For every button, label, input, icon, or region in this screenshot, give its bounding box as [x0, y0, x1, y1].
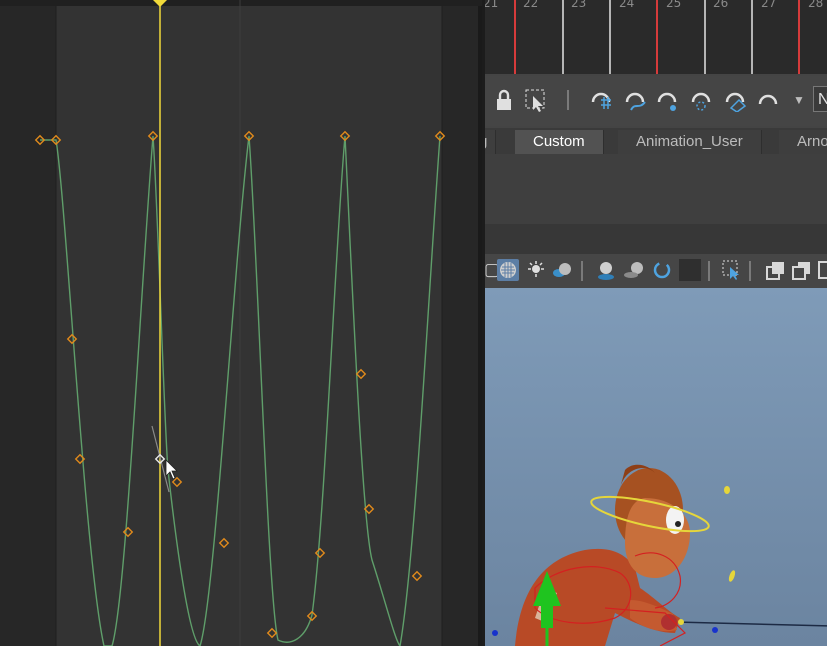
frame-tick	[609, 0, 611, 74]
motion-blur-icon[interactable]	[623, 259, 645, 281]
keyframe-tick[interactable]	[656, 0, 658, 74]
snap-grid-icon[interactable]	[589, 88, 613, 112]
pre-range-region	[0, 0, 56, 646]
post-range-region	[442, 0, 482, 646]
anti-aliasing-icon[interactable]	[651, 259, 673, 281]
isolate-select-icon[interactable]	[679, 259, 701, 281]
grid-toggle-icon[interactable]	[817, 259, 827, 281]
control-point	[678, 619, 684, 625]
snap-curve-icon[interactable]	[623, 88, 647, 112]
xray-icon[interactable]	[721, 259, 743, 281]
character-pupil	[675, 521, 681, 527]
ambient-occlusion-icon[interactable]	[595, 259, 617, 281]
input-mode-field[interactable]: N	[813, 86, 827, 112]
time-ruler	[0, 0, 482, 6]
toolbar-separator	[581, 261, 583, 281]
snap-view-plane-icon[interactable]	[723, 88, 747, 113]
shadows-icon[interactable]	[551, 259, 573, 281]
control-curve	[674, 621, 827, 627]
frame-number: 21	[483, 0, 499, 10]
shelf-content	[485, 154, 827, 224]
textured-icon[interactable]	[497, 259, 519, 281]
panel-separator	[485, 224, 827, 254]
frame-number: 25	[666, 0, 682, 10]
frame-number: 26	[713, 0, 729, 10]
xray-joints-icon[interactable]	[765, 259, 787, 281]
snap-point-icon[interactable]	[655, 88, 679, 112]
snap-projected-center-icon[interactable]	[689, 88, 713, 112]
frame-number: 22	[523, 0, 539, 10]
keyframe-tick[interactable]	[798, 0, 800, 74]
shelf-tab-custom[interactable]: Custom	[515, 130, 604, 154]
viewport-scene	[492, 464, 827, 646]
lights-icon[interactable]	[525, 259, 547, 281]
xray-active-icon[interactable]	[791, 259, 813, 281]
frame-tick	[562, 0, 564, 74]
control-point	[712, 627, 718, 633]
eye-target-control	[724, 486, 730, 494]
maya-main-window: 21 22 23 24 25 26 27 28 ▼ Custom Animati…	[482, 0, 827, 646]
frame-number: 23	[571, 0, 587, 10]
viewport-panel-toolbar: ▢	[485, 254, 827, 288]
control-point	[492, 630, 498, 636]
dropdown-arrow-icon[interactable]: ▼	[787, 88, 811, 112]
frame-tick	[704, 0, 706, 74]
status-line-toolbar: ▼ N	[485, 76, 827, 126]
frame-tick	[751, 0, 753, 74]
make-live-icon[interactable]	[756, 88, 780, 112]
frame-number: 28	[808, 0, 824, 10]
shelf-tab-arnold[interactable]: Arno	[779, 130, 827, 154]
time-slider[interactable]: 21 22 23 24 25 26 27 28	[485, 0, 827, 74]
frame-number: 24	[619, 0, 635, 10]
graph-curve-canvas[interactable]	[0, 0, 482, 646]
shelf-tab-animation-user[interactable]: Animation_User	[618, 130, 762, 154]
playback-range-region	[56, 0, 442, 646]
frame-number: 27	[761, 0, 777, 10]
graph-editor[interactable]	[0, 0, 482, 646]
lock-icon[interactable]	[492, 88, 516, 112]
shelf-tabs: g Custom Animation_User Arno	[485, 128, 827, 154]
toolbar-separator	[567, 90, 569, 110]
toolbar-separator	[749, 261, 751, 281]
toolbar-separator	[708, 261, 710, 281]
keyframe-tick[interactable]	[514, 0, 516, 74]
eye-target-control	[728, 570, 736, 582]
select-icon[interactable]	[524, 88, 548, 112]
3d-viewport[interactable]	[485, 288, 827, 646]
shelf-tab-partial[interactable]: g	[485, 130, 497, 154]
